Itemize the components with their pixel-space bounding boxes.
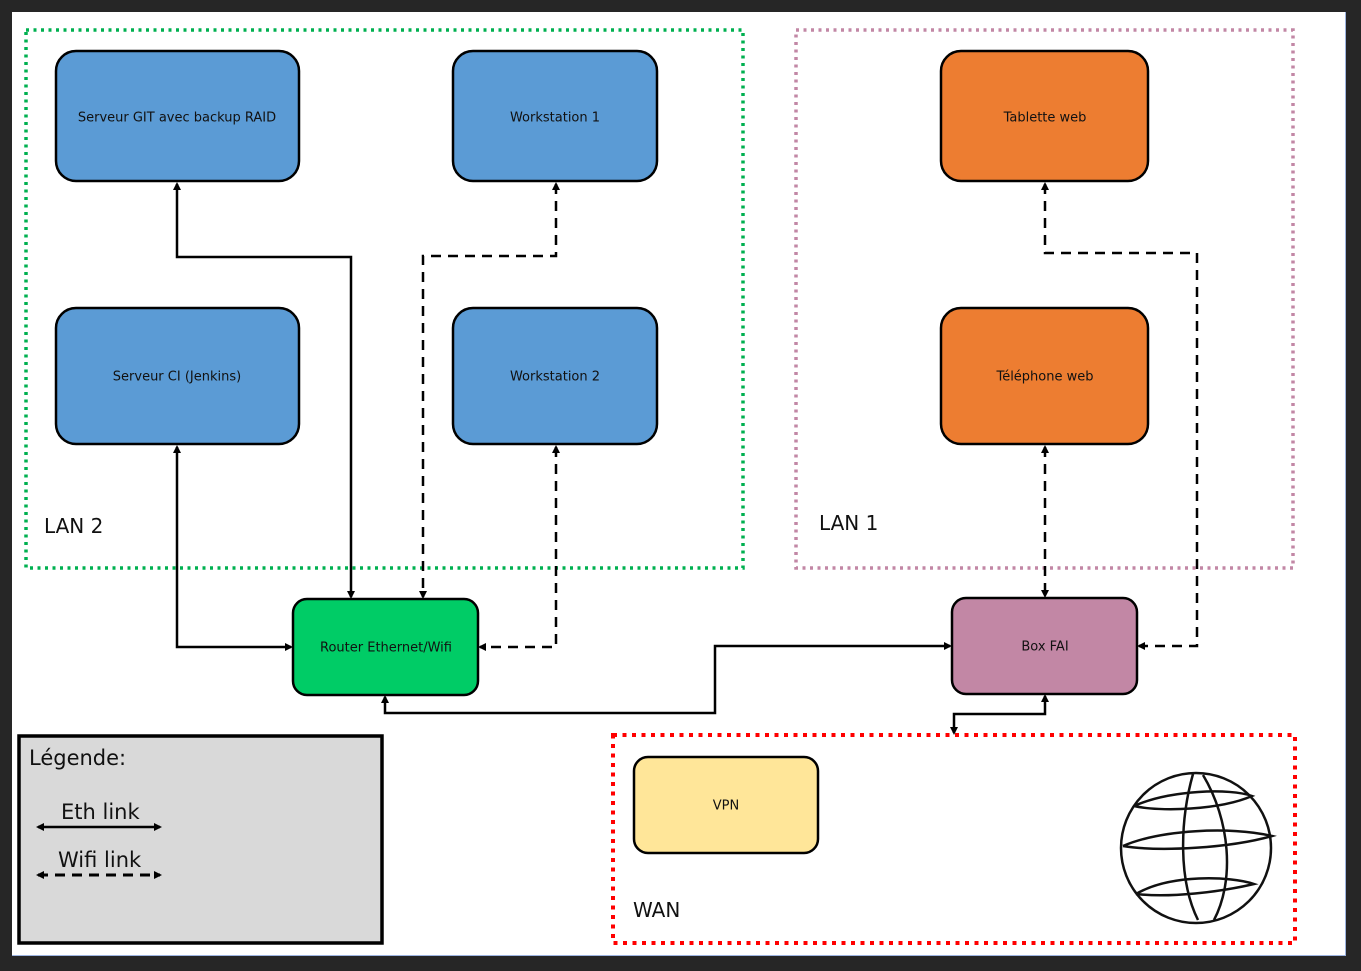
node-workstation-1[interactable]: Workstation 1	[451, 49, 659, 183]
node-phone[interactable]: Téléphone web	[939, 306, 1150, 446]
node-ci[interactable]: Serveur CI (Jenkins)	[54, 306, 301, 446]
legend: Légende: Eth link Wifi link	[17, 734, 384, 945]
node-workstation-2[interactable]: Workstation 2	[451, 306, 659, 446]
network-diagram: LAN 2 LAN 1 WAN Serveur GIT avec backup …	[17, 28, 1297, 945]
eth-link-ci-router	[173, 445, 293, 651]
node-ci-label: Serveur CI (Jenkins)	[113, 370, 241, 385]
legend-title: Légende:	[29, 746, 126, 770]
globe-icon	[1119, 771, 1277, 925]
node-tablet[interactable]: Tablette web	[939, 49, 1150, 183]
node-git-label: Serveur GIT avec backup RAID	[78, 111, 276, 126]
legend-eth-label: Eth link	[61, 800, 140, 824]
eth-link-box-wan	[950, 694, 1049, 735]
node-box-fai-label: Box FAI	[1021, 640, 1068, 655]
node-router-label: Router Ethernet/Wifi	[320, 641, 452, 656]
node-tablet-label: Tablette web	[1003, 111, 1087, 126]
node-router[interactable]: Router Ethernet/Wifi	[291, 597, 480, 697]
lan1-label: LAN 1	[819, 511, 878, 535]
node-vpn[interactable]: VPN	[632, 755, 820, 855]
node-git[interactable]: Serveur GIT avec backup RAID	[54, 49, 301, 183]
node-workstation-1-label: Workstation 1	[510, 111, 600, 126]
legend-wifi-label: Wifi link	[58, 848, 142, 872]
node-phone-label: Téléphone web	[995, 370, 1093, 385]
node-vpn-label: VPN	[713, 799, 739, 814]
wan-label: WAN	[633, 898, 680, 922]
wifi-link-ws2-router	[478, 445, 560, 651]
lan2-label: LAN 2	[44, 514, 103, 538]
node-box-fai[interactable]: Box FAI	[950, 596, 1139, 696]
node-workstation-2-label: Workstation 2	[510, 370, 600, 385]
